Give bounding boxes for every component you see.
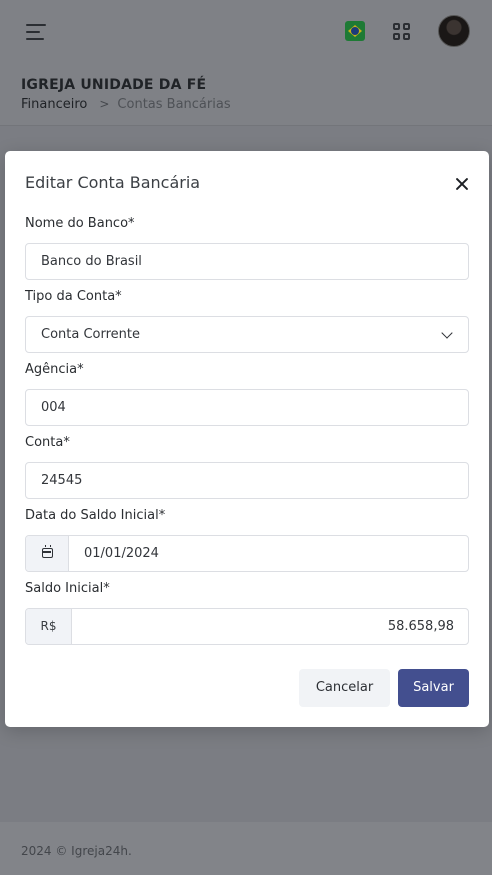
account-type-selected-value: Conta Corrente [41,327,141,342]
footer-copyright: 2024 © Igreja24h. [21,844,132,858]
bank-name-input[interactable]: Banco do Brasil [25,243,469,280]
agency-label: Agência* [25,362,84,377]
footer: 2024 © Igreja24h. [0,822,492,875]
edit-bank-account-modal: Editar Conta Bancária Nome do Banco* Ban… [5,151,489,727]
chevron-down-icon [441,327,453,339]
calendar-icon [42,545,53,558]
account-input[interactable]: 24545 [25,462,469,499]
breadcrumb-separator: > [99,97,110,111]
initial-balance-date-label: Data do Saldo Inicial* [25,508,166,523]
user-avatar[interactable] [438,15,470,47]
bank-name-label: Nome do Banco* [25,216,135,231]
currency-prefix: R$ [40,619,57,633]
apps-grid-icon[interactable] [393,23,410,40]
agency-input[interactable]: 004 [25,389,469,426]
currency-addon: R$ [26,609,72,644]
modal-title: Editar Conta Bancária [25,173,201,192]
breadcrumb-item-contas-bancarias: Contas Bancárias [117,97,231,112]
initial-balance-field[interactable]: R$ 58.658,98 [25,608,469,645]
brazil-flag-icon[interactable] [345,21,365,41]
close-icon[interactable] [451,173,473,195]
initial-balance-date-field[interactable]: 01/01/2024 [25,535,469,572]
initial-balance-input[interactable]: 58.658,98 [388,609,454,644]
cancel-button[interactable]: Cancelar [299,669,390,707]
hamburger-menu-icon[interactable] [26,24,46,40]
page-header: IGREJA UNIDADE DA FÉ Financeiro > Contas B… [0,64,492,126]
top-navbar [0,0,492,64]
account-label: Conta* [25,435,70,450]
save-button[interactable]: Salvar [398,669,469,707]
page-title: IGREJA UNIDADE DA FÉ [21,77,207,93]
breadcrumb-item-financeiro[interactable]: Financeiro [21,97,87,112]
initial-balance-date-input[interactable]: 01/01/2024 [84,536,159,571]
account-type-label: Tipo da Conta* [25,289,122,304]
breadcrumb: Financeiro > Contas Bancárias [21,97,231,112]
calendar-addon[interactable] [26,536,69,571]
account-type-select[interactable]: Conta Corrente [25,316,469,353]
initial-balance-label: Saldo Inicial* [25,581,110,596]
